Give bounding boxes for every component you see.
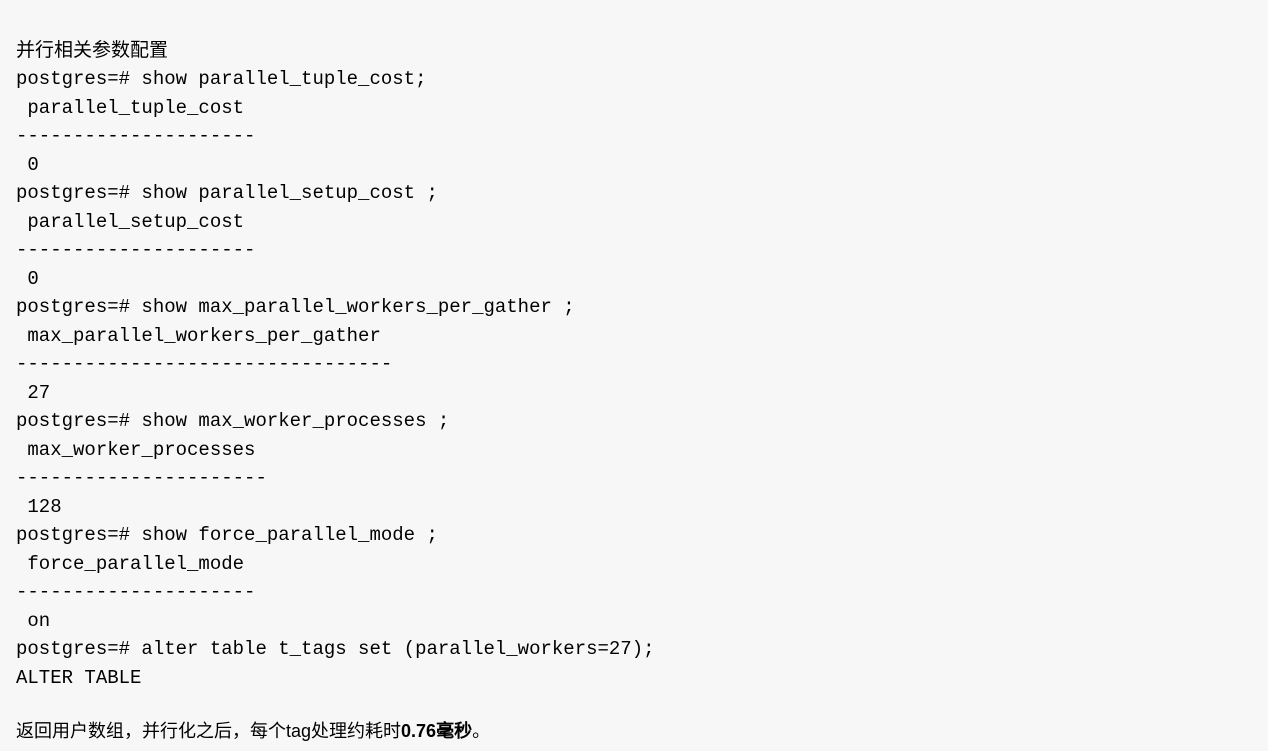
summary-text: 返回用户数组，并行化之后，每个tag处理约耗时0.76毫秒。: [16, 720, 1252, 743]
code-line: 128: [16, 496, 62, 518]
code-line: ---------------------: [16, 581, 255, 603]
code-line: 0: [16, 268, 39, 290]
code-block: 并行相关参数配置 postgres=# show parallel_tuple_…: [16, 8, 1252, 692]
code-line: on: [16, 610, 50, 632]
summary-prefix: 返回用户数组，并行化之后，每个tag处理约耗时: [16, 721, 401, 741]
code-line: 27: [16, 382, 50, 404]
code-line: ---------------------: [16, 125, 255, 147]
code-line: 0: [16, 154, 39, 176]
code-line: parallel_tuple_cost: [16, 97, 244, 119]
summary-suffix: 。: [472, 721, 490, 741]
code-line: postgres=# show max_parallel_workers_per…: [16, 296, 575, 318]
summary-bold: 0.76毫秒: [401, 721, 472, 741]
code-line: postgres=# show parallel_setup_cost ;: [16, 182, 438, 204]
code-line: 并行相关参数配置: [16, 40, 168, 62]
code-line: ---------------------------------: [16, 353, 392, 375]
code-line: postgres=# show force_parallel_mode ;: [16, 524, 438, 546]
code-line: postgres=# alter table t_tags set (paral…: [16, 638, 655, 660]
code-line: max_worker_processes: [16, 439, 255, 461]
code-line: parallel_setup_cost: [16, 211, 244, 233]
code-line: force_parallel_mode: [16, 553, 244, 575]
code-line: postgres=# show max_worker_processes ;: [16, 410, 449, 432]
code-line: ALTER TABLE: [16, 667, 141, 689]
code-line: postgres=# show parallel_tuple_cost;: [16, 68, 426, 90]
code-line: max_parallel_workers_per_gather: [16, 325, 381, 347]
code-line: ----------------------: [16, 467, 267, 489]
code-line: ---------------------: [16, 239, 255, 261]
